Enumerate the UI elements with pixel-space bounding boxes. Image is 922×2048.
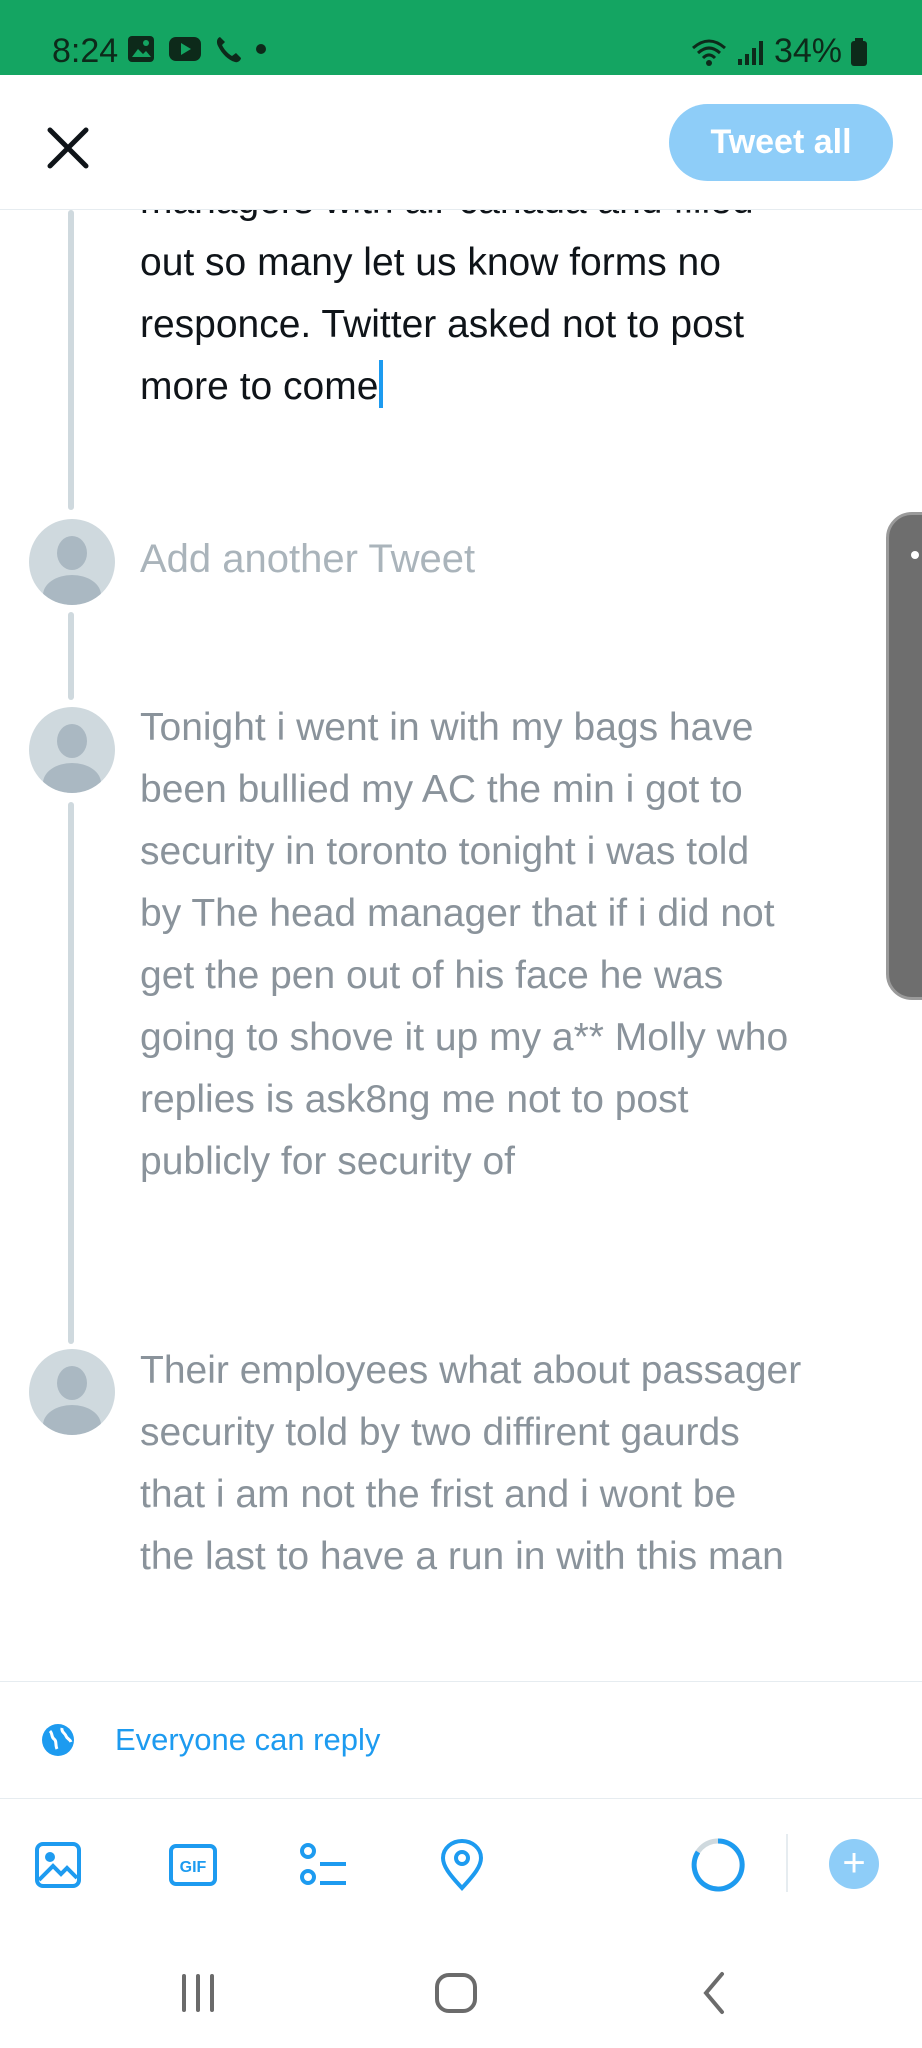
tweet-line: replies is ask8ng me not to post	[140, 1078, 689, 1121]
tweet-line: more to come	[140, 365, 379, 408]
avatar	[29, 707, 115, 793]
tweet-line: going to shove it up my a** Molly who	[140, 1016, 789, 1059]
gallery-icon	[128, 36, 154, 62]
tweet-line: out so many let us know forms no	[140, 241, 721, 284]
thread-tweet[interactable]: Tonight i went in with my bags have been…	[140, 697, 880, 1193]
close-icon[interactable]	[40, 120, 96, 176]
character-count-ring	[691, 1838, 745, 1892]
reply-setting-label[interactable]: Everyone can reply	[115, 1722, 380, 1758]
add-another-tweet-input[interactable]: Add another Tweet	[140, 537, 475, 582]
toolbar-divider	[786, 1834, 788, 1892]
thread-connector	[68, 612, 74, 700]
battery-percent: 34%	[773, 32, 842, 70]
compose-toolbar: GIF +	[0, 1798, 922, 1932]
tweet-line: responce. Twitter asked not to post	[140, 303, 745, 346]
poll-icon[interactable]	[298, 1838, 352, 1892]
tweet-line: security in toronto tonight i was told	[140, 830, 750, 873]
thread-connector	[68, 802, 74, 1344]
recent-apps-icon[interactable]	[168, 1968, 228, 2018]
signal-icon	[737, 40, 763, 65]
tweet-line: been bullied my AC the min i got to	[140, 768, 743, 811]
compose-header: Tweet all	[0, 75, 922, 210]
edge-panel-handle[interactable]	[886, 512, 922, 1000]
status-time: 8:24	[52, 32, 119, 70]
text-cursor	[379, 360, 384, 408]
tweet-line: publicly for security of	[140, 1140, 515, 1183]
tweet-line: security told by two diffirent gaurds	[140, 1411, 740, 1454]
gif-icon[interactable]: GIF	[166, 1838, 220, 1892]
status-bar: 8:24 34%	[0, 0, 922, 75]
tweet-line: the last to have a run in with this man	[140, 1535, 784, 1578]
tweet-line: Tonight i went in with my bags have	[140, 706, 754, 749]
thread-tweet[interactable]: Their employees what about passager secu…	[140, 1340, 880, 1588]
location-icon[interactable]	[435, 1838, 489, 1892]
reply-setting[interactable]: Everyone can reply	[0, 1681, 922, 1799]
current-tweet-text[interactable]: managers with air canada and filled out …	[140, 210, 880, 418]
youtube-icon	[169, 37, 201, 61]
add-tweet-button[interactable]: +	[829, 1839, 879, 1889]
dot-icon	[256, 44, 266, 54]
avatar	[29, 519, 115, 605]
image-icon[interactable]	[31, 1838, 85, 1892]
tweet-line: that i am not the frist and i wont be	[140, 1473, 737, 1516]
thread-connector	[68, 210, 74, 510]
back-icon[interactable]	[684, 1968, 744, 2018]
globe-icon	[42, 1724, 74, 1756]
system-nav-bar	[0, 1932, 922, 2048]
tweet-line: get the pen out of his face he was	[140, 954, 724, 997]
tweet-line: by The head manager that if i did not	[140, 892, 775, 935]
tweet-line: Their employees what about passager	[140, 1349, 802, 1392]
svg-text:GIF: GIF	[180, 1859, 207, 1876]
tweet-all-button[interactable]: Tweet all	[669, 104, 893, 181]
home-icon[interactable]	[426, 1968, 486, 2018]
phone-icon	[216, 37, 241, 63]
tweet-line: managers with air canada and filled	[140, 210, 880, 232]
avatar	[29, 1349, 115, 1435]
wifi-icon	[691, 39, 726, 66]
thread-composer: managers with air canada and filled out …	[0, 210, 922, 1680]
battery-icon	[851, 37, 867, 66]
